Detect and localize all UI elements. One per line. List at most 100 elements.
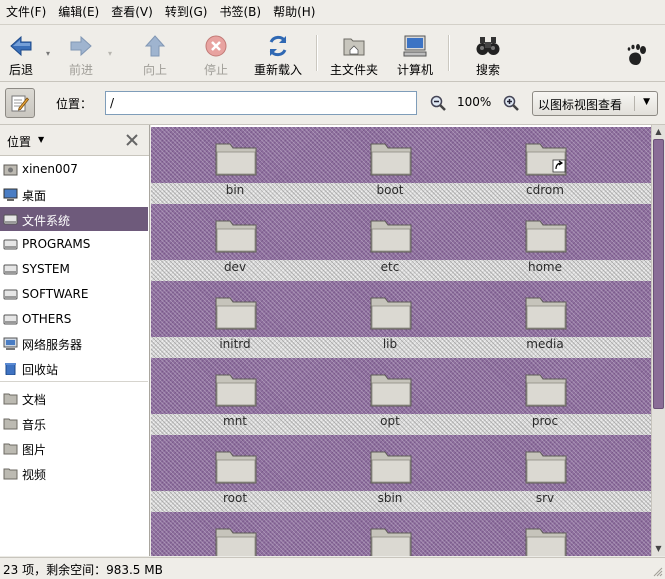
file-item[interactable] [485,515,605,556]
file-item[interactable]: sbin [330,438,450,510]
sidebar-item-12[interactable]: 视频 [0,461,148,485]
folder-icon [3,468,18,480]
file-item[interactable]: lib [330,284,450,356]
close-icon[interactable] [125,133,139,147]
file-item[interactable]: media [485,284,605,356]
sidebar-item-label: 图片 [22,443,47,457]
file-item[interactable]: home [485,207,605,279]
sidebar-item-10[interactable]: 音乐 [0,411,148,435]
drive-icon [3,289,18,300]
sidebar-item-11[interactable]: 图片 [0,436,148,460]
forward-button[interactable]: 前进 [63,27,99,79]
folder-icon [370,143,412,176]
binoculars-icon [476,37,500,55]
drive-icon [3,264,18,275]
file-name: proc [531,414,559,428]
home-button[interactable]: 主文件夹 [326,27,382,79]
zoom-level-button[interactable]: 100% [457,95,491,109]
sidebar-item-7[interactable]: 网络服务器 [0,331,148,355]
sidebar-title[interactable]: 位置 [7,133,31,150]
up-label: 向上 [142,63,167,77]
home-icon [3,164,18,176]
menu-file[interactable]: 文件(F) [0,0,52,24]
sidebar-item-6[interactable]: OTHERS [0,307,148,331]
folder-icon [215,528,257,556]
resize-grip-icon[interactable] [652,566,663,577]
sidebar-item-5[interactable]: SOFTWARE [0,282,148,306]
file-item[interactable]: dev [175,207,295,279]
file-item[interactable]: proc [485,361,605,433]
sidebar-item-label: xinen007 [22,162,78,176]
scrollbar-thumb[interactable] [653,139,664,409]
file-name: dev [223,260,247,274]
folder-icon [370,297,412,330]
menu-edit[interactable]: 编辑(E) [52,0,105,24]
sidebar-item-label: 文档 [22,393,47,407]
up-button[interactable]: 向上 [138,27,172,79]
zoom-out-icon[interactable] [430,95,446,111]
file-item[interactable]: cdrom [485,130,605,202]
location-label: 位置： [56,97,93,111]
vertical-scrollbar[interactable]: ▲ ▼ [651,125,665,556]
folder-icon [3,443,18,455]
folder-icon [3,418,18,430]
location-edit-toggle-button[interactable] [5,88,35,118]
computer-button[interactable]: 计算机 [393,27,437,79]
folder-icon [215,143,257,176]
arrow-up-icon [144,35,166,57]
desktop-icon [3,188,18,201]
sidebar-item-2[interactable]: 文件系统 [0,207,148,231]
reload-button[interactable]: 重新载入 [250,27,306,79]
icon-view[interactable]: bin boot cdrom dev etc home initrd lib media mnt o… [151,125,651,556]
home-folder-icon [343,38,365,56]
forward-history-arrow[interactable]: ▾ [108,49,112,58]
forward-label: 前进 [68,63,93,77]
file-item[interactable]: root [175,438,295,510]
folder-icon [370,451,412,484]
search-button[interactable]: 搜索 [468,27,508,79]
file-item[interactable]: opt [330,361,450,433]
file-item[interactable]: boot [330,130,450,202]
stop-button[interactable]: 停止 [199,27,233,79]
file-item[interactable] [330,515,450,556]
scroll-up-arrow-icon[interactable]: ▲ [653,126,664,138]
sidebar-item-label: 视频 [22,468,47,482]
reload-icon [269,35,287,57]
back-button[interactable]: 后退 [4,27,38,79]
view-mode-select[interactable]: 以图标视图查看 ▼ [532,91,658,116]
menu-bookmarks[interactable]: 书签(B) [213,0,267,24]
file-name: root [222,491,248,505]
file-item[interactable]: initrd [175,284,295,356]
file-item[interactable] [175,515,295,556]
menu-help[interactable]: 帮助(H) [267,0,321,24]
sidebar-separator [0,381,148,382]
sidebar-item-8[interactable]: 回收站 [0,356,148,380]
sidebar-item-1[interactable]: 桌面 [0,182,148,206]
sidebar-mode-arrow-icon[interactable]: ▼ [38,135,44,144]
zoom-in-icon[interactable] [503,95,519,111]
search-label: 搜索 [475,63,500,77]
sidebar-item-3[interactable]: PROGRAMS [0,232,148,256]
file-name: mnt [223,414,247,428]
file-item[interactable]: bin [175,130,295,202]
file-item[interactable]: etc [330,207,450,279]
scroll-down-arrow-icon[interactable]: ▼ [653,543,664,555]
menu-view[interactable]: 查看(V) [105,0,159,24]
toolbar-separator [316,35,318,71]
location-input[interactable] [105,91,417,115]
sidebar-item-label: OTHERS [22,312,72,326]
back-history-arrow[interactable]: ▾ [46,49,50,58]
file-item[interactable]: mnt [175,361,295,433]
gnome-foot-icon [627,44,646,65]
folder-icon [215,220,257,253]
sidebar-item-9[interactable]: 文档 [0,386,148,410]
view-mode-value: 以图标视图查看 [538,98,623,112]
file-name: cdrom [526,183,564,197]
arrow-right-icon [70,35,92,57]
file-name: bin [225,183,245,197]
file-item[interactable]: srv [485,438,605,510]
sidebar-item-0[interactable]: xinen007 [0,157,148,181]
menu-go[interactable]: 转到(G) [159,0,214,24]
sidebar-item-label: SOFTWARE [22,287,89,301]
sidebar-item-4[interactable]: SYSTEM [0,257,148,281]
